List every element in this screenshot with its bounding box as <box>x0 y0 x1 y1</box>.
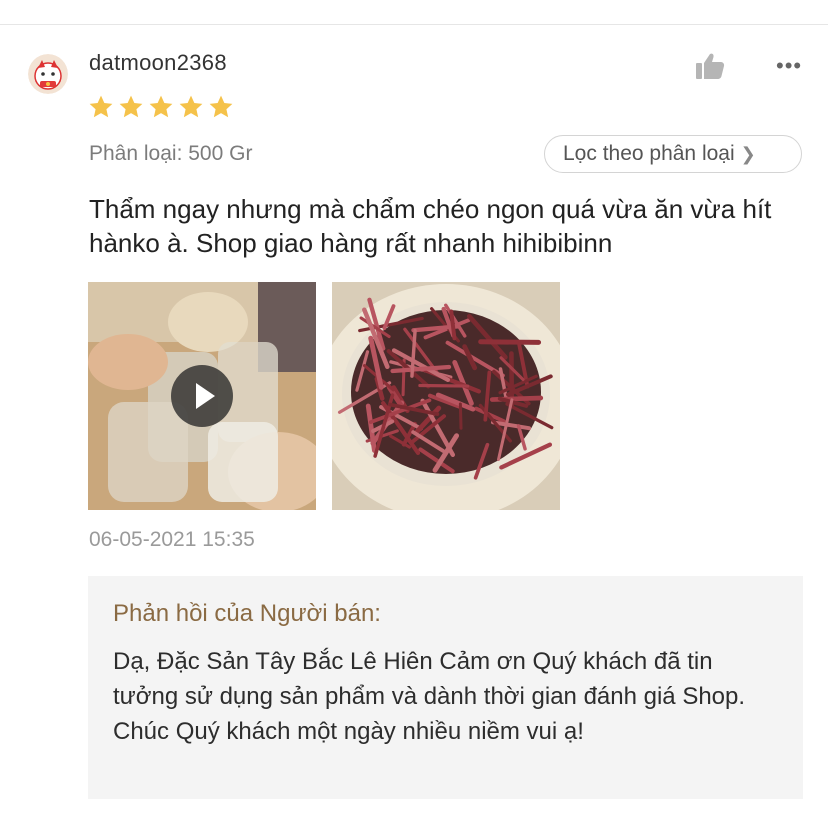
avatar[interactable] <box>28 54 68 94</box>
chevron-right-icon: ❯ <box>740 143 756 164</box>
star-icon <box>89 95 113 118</box>
star-icon <box>179 95 203 118</box>
thumbs-up-icon[interactable] <box>695 52 725 80</box>
review-timestamp: 06-05-2021 15:35 <box>89 528 255 551</box>
star-icon <box>119 95 143 118</box>
filter-by-variant-button[interactable]: Lọc theo phân loại ❯ <box>544 135 802 173</box>
seller-reply-text: Dạ, Đặc Sản Tây Bắc Lê Hiên Cảm ơn Quý k… <box>113 648 746 745</box>
review-video-thumbnail[interactable] <box>88 282 316 510</box>
play-icon[interactable] <box>171 365 233 427</box>
star-icon <box>149 95 173 118</box>
review-photo[interactable] <box>332 282 560 510</box>
filter-button-label: Lọc theo phân loại <box>563 142 735 165</box>
username[interactable]: datmoon2368 <box>89 50 227 76</box>
seller-reply-box: Phản hồi của Người bán: Dạ, Đặc Sản Tây … <box>88 576 803 799</box>
rating-stars <box>88 94 234 120</box>
star-icon <box>209 95 233 118</box>
more-dots-icon[interactable]: ••• <box>776 55 802 77</box>
top-divider <box>0 24 828 25</box>
variant-label: Phân loại: 500 Gr <box>89 142 253 165</box>
seller-reply-title: Phản hồi của Người bán: <box>113 600 381 627</box>
review-text: Thẩm ngay nhưng mà chẩm chéo ngon quá vừ… <box>89 194 772 258</box>
